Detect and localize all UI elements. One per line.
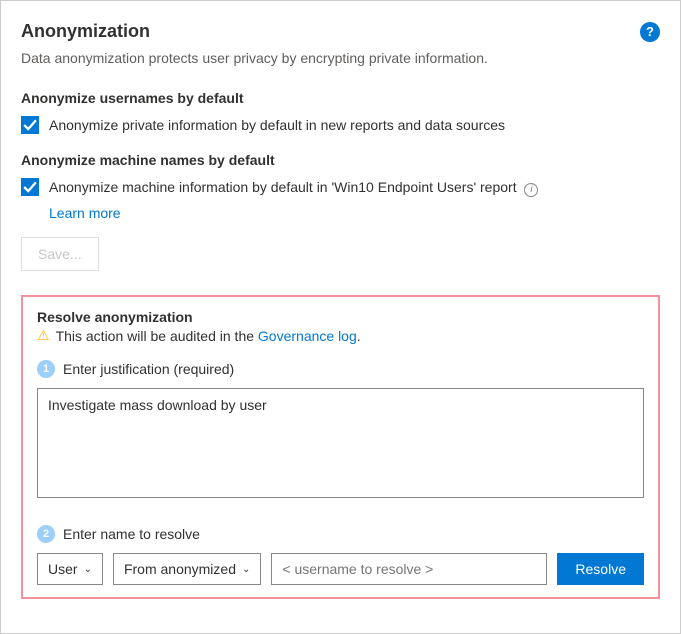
direction-dropdown[interactable]: From anonymized ⌄: [113, 553, 261, 585]
page-description: Data anonymization protects user privacy…: [21, 50, 660, 66]
chevron-down-icon: ⌄: [84, 564, 92, 575]
audit-text: This action will be audited in the Gover…: [56, 328, 361, 344]
governance-log-link[interactable]: Governance log: [258, 328, 357, 344]
step-1-badge: 1: [37, 360, 55, 378]
type-dropdown[interactable]: User ⌄: [37, 553, 103, 585]
help-icon[interactable]: ?: [640, 22, 660, 42]
usernames-checkbox-label: Anonymize private information by default…: [49, 116, 505, 134]
step-2-label: Enter name to resolve: [63, 526, 200, 542]
machines-checkbox[interactable]: [21, 178, 39, 196]
justification-input[interactable]: [37, 388, 644, 498]
usernames-section-title: Anonymize usernames by default: [21, 90, 660, 106]
name-input[interactable]: [271, 553, 547, 585]
resolve-panel: Resolve anonymization ⚠ This action will…: [21, 295, 660, 599]
chevron-down-icon: ⌄: [242, 564, 250, 575]
info-icon[interactable]: i: [524, 183, 538, 197]
machines-section-title: Anonymize machine names by default: [21, 152, 660, 168]
usernames-checkbox[interactable]: [21, 116, 39, 134]
resolve-button[interactable]: Resolve: [557, 553, 644, 585]
check-icon: [23, 118, 37, 132]
machines-checkbox-label: Anonymize machine information by default…: [49, 178, 538, 197]
warning-icon: ⚠: [37, 327, 50, 344]
save-button[interactable]: Save...: [21, 237, 99, 271]
learn-more-link[interactable]: Learn more: [49, 205, 660, 221]
step-1-label: Enter justification (required): [63, 361, 234, 377]
step-2-badge: 2: [37, 525, 55, 543]
resolve-title: Resolve anonymization: [37, 309, 644, 325]
check-icon: [23, 180, 37, 194]
page-title: Anonymization: [21, 21, 150, 42]
